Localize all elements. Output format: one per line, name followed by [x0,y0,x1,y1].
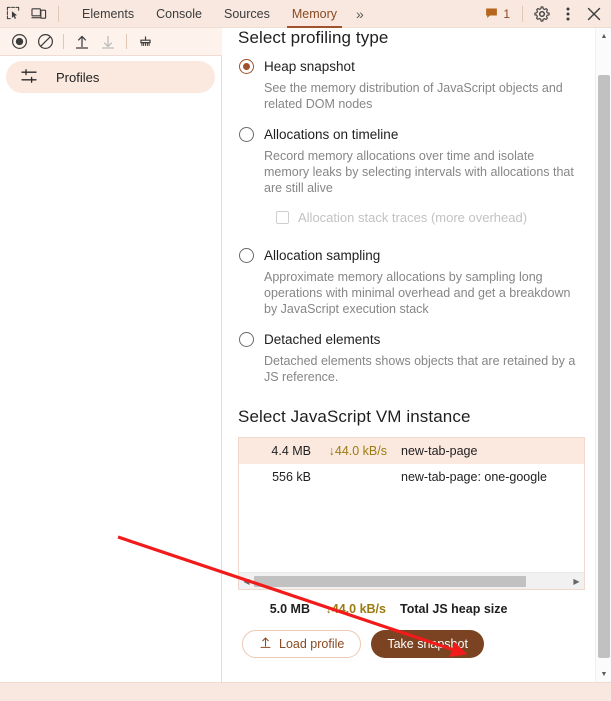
issue-icon [486,8,498,18]
vm-name: new-tab-page: one-google [401,470,547,484]
collect-garbage-icon[interactable] [132,29,158,55]
tab-elements[interactable]: Elements [71,0,145,28]
devtools-window: Elements Console Sources Memory » 1 Prof… [0,0,611,701]
vm-instance-rows: 4.4 MB ↓44.0 kB/s new-tab-page 556 kB ne… [239,438,584,572]
toolbar-divider [522,5,523,22]
more-tabs-label: » [356,5,364,22]
option-label: Detached elements [264,332,381,347]
more-options-icon[interactable] [555,1,581,27]
total-rate: ↓44.0 kB/s [325,602,386,616]
load-profile-label: Load profile [279,637,345,651]
inspect-element-icon[interactable] [0,1,26,27]
option-label: Allocations on timeline [264,127,399,142]
tab-memory[interactable]: Memory [281,0,348,28]
radio-allocation-sampling[interactable] [239,248,254,263]
total-size: 5.0 MB [269,602,310,616]
tab-console[interactable]: Console [145,0,213,28]
radio-allocations-on-timeline[interactable] [239,127,254,142]
clear-icon[interactable] [32,29,58,55]
devtools-tabbar: Elements Console Sources Memory » 1 [0,0,611,28]
panel-vertical-scrollbar[interactable]: ▲ ▼ [595,28,611,682]
panel-tabs: Elements Console Sources Memory » [71,0,372,28]
console-drawer [0,682,611,701]
scroll-left-icon[interactable]: ◀ [239,577,254,586]
checkbox-box [276,211,289,224]
take-snapshot-label: Take snapshot [387,637,468,651]
total-heap-size-row: 5.0 MB ↓44.0 kB/s Total JS heap size [238,602,579,616]
more-tabs-icon[interactable]: » [348,0,372,28]
option-label: Heap snapshot [264,59,355,74]
profiles-icon [20,67,38,88]
scroll-down-icon[interactable]: ▼ [596,666,611,682]
option-description: Approximate memory allocations by sampli… [264,270,571,316]
checkbox-allocation-stack-traces: Allocation stack traces (more overhead) [276,210,579,225]
radio-detached-elements[interactable] [239,332,254,347]
tab-sources[interactable]: Sources [213,0,281,28]
option-detached-elements[interactable]: Detached elements Detached elements show… [238,331,579,385]
total-label: Total JS heap size [400,602,508,616]
memory-sidebar: Profiles [0,56,222,682]
radio-heap-snapshot[interactable] [239,59,254,74]
option-label: Allocation sampling [264,248,381,263]
drawer-toolbar [0,683,611,701]
device-toolbar-icon[interactable] [26,1,52,27]
sidebar-item-label: Profiles [56,69,100,85]
option-allocations-on-timeline[interactable]: Allocations on timeline Record memory al… [238,126,579,196]
option-description: See the memory distribution of JavaScrip… [264,81,563,111]
profiling-form: Select profiling type Heap snapshot See … [222,28,595,658]
record-icon[interactable] [6,29,32,55]
tabbar-right-controls: 1 [479,1,611,27]
scrollbar-thumb[interactable] [598,75,610,658]
upload-icon [259,636,272,652]
upload-icon[interactable] [69,29,95,55]
issues-count-label: 1 [503,6,510,21]
load-profile-button[interactable]: Load profile [242,630,362,658]
scroll-right-icon[interactable]: ▶ [569,577,584,586]
tab-label: Memory [291,6,337,21]
option-heap-snapshot[interactable]: Heap snapshot See the memory distributio… [238,58,579,112]
profiling-type-heading: Select profiling type [238,28,389,47]
checkbox-label: Allocation stack traces (more overhead) [298,210,528,225]
sidebar-item-profiles[interactable]: Profiles [6,61,215,93]
issues-counter[interactable]: 1 [479,7,516,21]
memory-main-panel: Select profiling type Heap snapshot See … [222,28,611,682]
scrollbar-thumb[interactable] [254,575,526,587]
take-snapshot-button[interactable]: Take snapshot [371,630,484,658]
close-icon[interactable] [581,1,607,27]
option-description: Detached elements shows objects that are… [264,354,576,384]
toolbar-divider [126,34,127,49]
vm-instance-heading: Select JavaScript VM instance [238,407,471,426]
vm-size: 556 kB [272,470,311,484]
option-description: Record memory allocations over time and … [264,149,574,195]
vm-instance-table: 4.4 MB ↓44.0 kB/s new-tab-page 556 kB ne… [238,437,585,590]
toolbar-divider [63,34,64,49]
tab-label: Elements [82,6,135,21]
scroll-up-icon[interactable]: ▲ [596,28,611,44]
vm-rate: ↓44.0 kB/s [328,444,387,458]
vm-name: new-tab-page [401,444,478,458]
table-row[interactable]: 556 kB new-tab-page: one-google [239,464,584,490]
option-allocation-sampling[interactable]: Allocation sampling Approximate memory a… [238,247,579,317]
toolbar-divider [58,5,59,22]
tab-label: Console [156,6,202,21]
vm-size: 4.4 MB [271,444,311,458]
tab-label: Sources [223,6,270,21]
table-horizontal-scrollbar[interactable]: ◀ ▶ [239,572,584,589]
action-buttons: Load profile Take snapshot [238,630,579,658]
gear-icon[interactable] [529,1,555,27]
table-row[interactable]: 4.4 MB ↓44.0 kB/s new-tab-page [239,438,584,464]
download-icon [95,29,121,55]
memory-panel-toolbar [0,28,222,56]
